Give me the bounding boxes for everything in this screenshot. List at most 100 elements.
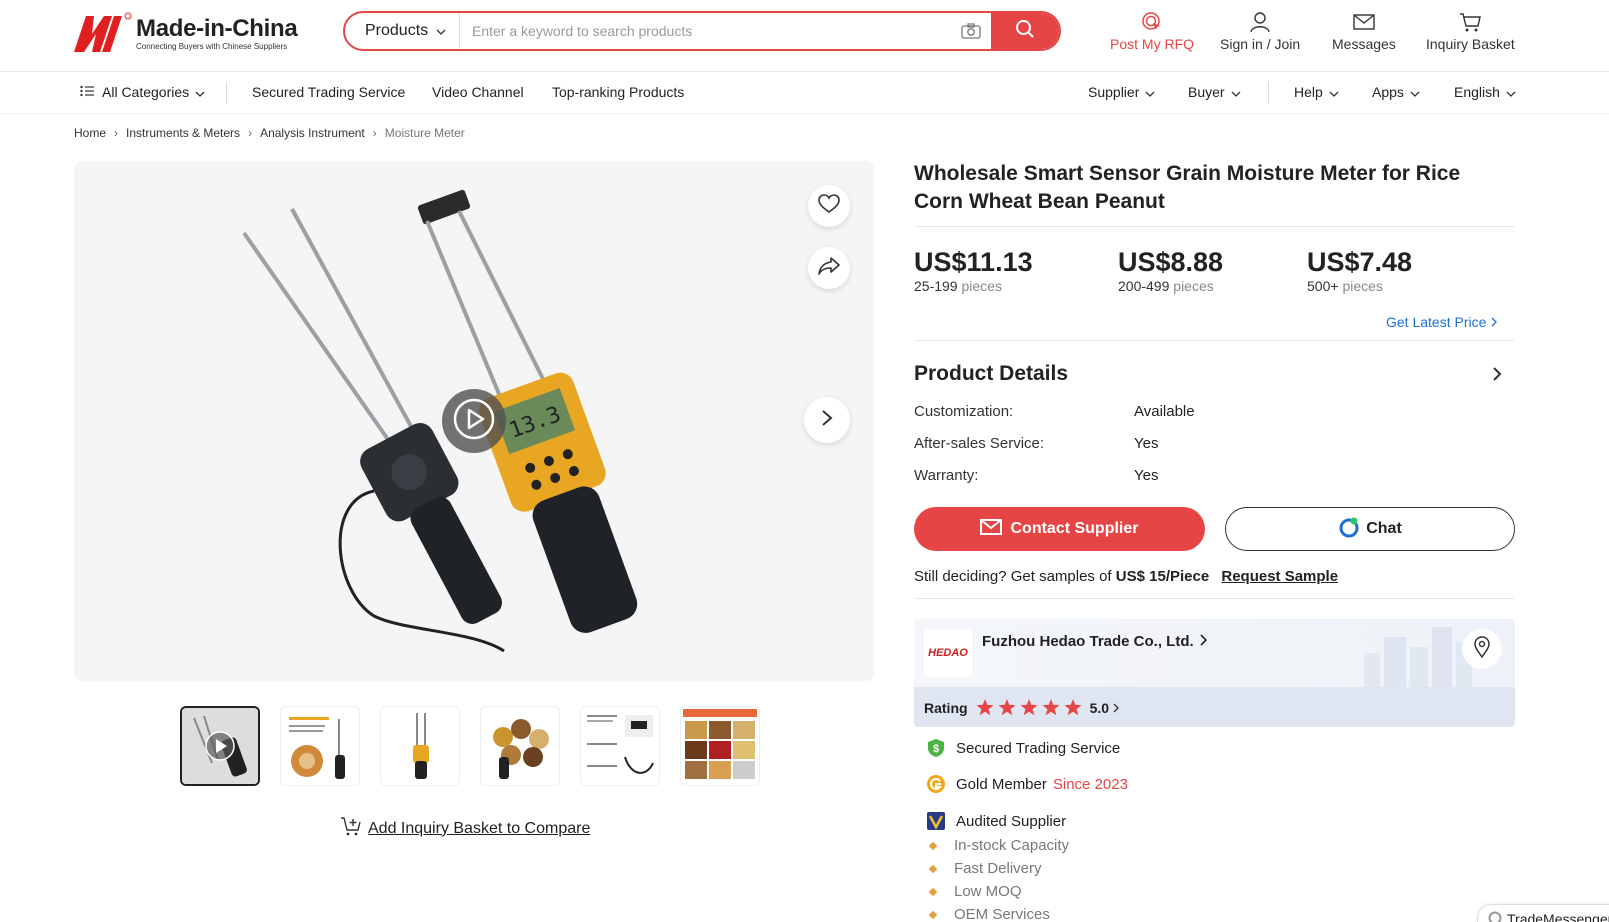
messages-link[interactable]: Messages xyxy=(1332,10,1396,54)
star-icon xyxy=(998,699,1016,716)
badge-audited-supplier[interactable]: Audited Supplier xyxy=(926,811,1066,831)
supplier-feature: Fast Delivery xyxy=(926,860,1042,877)
nav-secured-trading[interactable]: Secured Trading Service xyxy=(252,84,405,100)
detail-label: Warranty: xyxy=(914,467,979,484)
breadcrumb-analysis[interactable]: Analysis Instrument xyxy=(260,126,365,140)
contact-supplier-button[interactable]: Contact Supplier xyxy=(914,507,1205,551)
nav-apps-menu[interactable]: Apps xyxy=(1372,84,1420,100)
thumbnail-5[interactable] xyxy=(580,706,660,786)
envelope-icon xyxy=(1353,10,1375,34)
sample-price: US$ 15/Piece xyxy=(1115,568,1210,585)
chat-button[interactable]: Chat xyxy=(1225,507,1515,551)
badge-secured-trading[interactable]: $ Secured Trading Service xyxy=(926,738,1120,758)
product-details-title[interactable]: Product Details xyxy=(914,362,1068,386)
nav-buyer-label: Buyer xyxy=(1188,84,1225,100)
all-categories-label: All Categories xyxy=(102,84,190,100)
navbar-divider xyxy=(1268,82,1269,104)
messages-label: Messages xyxy=(1332,36,1396,52)
price-tier-2: US$8.88 200-499 pieces xyxy=(1118,246,1223,294)
logo-tagline: Connecting Buyers with Chinese Suppliers xyxy=(136,42,288,51)
supplier-logo[interactable]: HEDAO xyxy=(924,629,972,677)
get-latest-price-link[interactable]: Get Latest Price xyxy=(1386,314,1498,330)
thumbnail-6[interactable] xyxy=(680,706,760,786)
supplier-logo-text: HEDAO xyxy=(928,647,968,659)
supplier-feature-label: In-stock Capacity xyxy=(954,837,1070,854)
inquiry-basket-label: Inquiry Basket xyxy=(1426,36,1515,52)
thumbnail-video[interactable] xyxy=(180,706,260,786)
price-range: 200-499 xyxy=(1118,278,1170,294)
cart-plus-icon xyxy=(340,816,362,841)
supplier-feature-label: Low MOQ xyxy=(954,883,1022,900)
chevron-right-icon xyxy=(1491,314,1498,330)
rating-stars xyxy=(976,699,1082,716)
supplier-feature: OEM Services xyxy=(926,906,1050,922)
detail-label: Customization: xyxy=(914,403,1014,420)
badge-audited-label: Audited Supplier xyxy=(956,812,1067,830)
chevron-down-icon xyxy=(1329,84,1339,100)
supplier-location-button[interactable] xyxy=(1462,629,1502,669)
product-details-expand[interactable] xyxy=(1492,366,1502,387)
thumbnail-2[interactable] xyxy=(280,706,360,786)
breadcrumb-home[interactable]: Home xyxy=(74,126,106,140)
heart-icon xyxy=(818,193,840,219)
rating-value: 5.0 xyxy=(1089,699,1110,716)
share-button[interactable] xyxy=(808,247,850,289)
divider xyxy=(914,226,1514,227)
star-icon xyxy=(1064,699,1082,716)
add-to-compare-link[interactable]: Add Inquiry Basket to Compare xyxy=(340,816,590,841)
diamond-bullet-icon xyxy=(928,910,938,919)
post-rfq-link[interactable]: Post My RFQ xyxy=(1110,10,1194,54)
supplier-name-link[interactable]: Fuzhou Hedao Trade Co., Ltd. xyxy=(982,633,1207,650)
cart-icon xyxy=(1459,10,1482,34)
thumbnail-image xyxy=(581,707,659,785)
search-input[interactable] xyxy=(460,13,951,49)
star-icon xyxy=(976,699,994,716)
category-navbar: All Categories Secured Trading Service V… xyxy=(0,72,1609,114)
thumbnail-3[interactable] xyxy=(380,706,460,786)
thumbnail-image xyxy=(182,708,258,784)
video-play-button[interactable] xyxy=(442,389,506,453)
breadcrumb: Home › Instruments & Meters › Analysis I… xyxy=(74,126,465,140)
supplier-feature-label: Fast Delivery xyxy=(954,860,1042,877)
chevron-down-icon xyxy=(436,22,446,40)
nav-supplier-menu[interactable]: Supplier xyxy=(1088,84,1155,100)
price-range: 500+ xyxy=(1307,278,1339,294)
all-categories-menu[interactable]: All Categories xyxy=(80,84,205,100)
star-icon xyxy=(1042,699,1060,716)
search-category-select[interactable]: Products xyxy=(345,13,460,49)
location-pin-icon xyxy=(1473,635,1491,663)
nav-video-channel[interactable]: Video Channel xyxy=(432,84,524,100)
badge-gold-member[interactable]: Gold Member Since 2023 xyxy=(926,774,1128,794)
trade-messenger-widget[interactable]: TradeMessenger xyxy=(1477,904,1609,922)
badge-secured-label: Secured Trading Service xyxy=(956,739,1121,757)
breadcrumb-instruments[interactable]: Instruments & Meters xyxy=(126,126,240,140)
search-category-label: Products xyxy=(365,22,429,39)
thumbnail-image xyxy=(381,707,459,785)
trade-messenger-label: TradeMessenger xyxy=(1507,911,1609,922)
supplier-name: Fuzhou Hedao Trade Co., Ltd. xyxy=(982,633,1194,650)
nav-help-menu[interactable]: Help xyxy=(1294,84,1339,100)
site-logo[interactable]: Made-in-China Connecting Buyers with Chi… xyxy=(74,12,304,56)
nav-buyer-menu[interactable]: Buyer xyxy=(1188,84,1241,100)
nav-language-menu[interactable]: English xyxy=(1454,84,1516,100)
supplier-rating[interactable]: Rating 5.0 xyxy=(924,699,1119,716)
breadcrumb-current[interactable]: Moisture Meter xyxy=(385,126,465,140)
request-sample-link[interactable]: Request Sample xyxy=(1221,568,1338,585)
search-button[interactable] xyxy=(991,13,1059,49)
camera-icon[interactable] xyxy=(951,23,991,39)
product-main-image[interactable]: 13.3 xyxy=(74,161,874,681)
inquiry-basket-link[interactable]: Inquiry Basket xyxy=(1426,10,1515,54)
nav-top-ranking[interactable]: Top-ranking Products xyxy=(552,84,684,100)
price-unit: pieces xyxy=(1342,278,1383,294)
next-image-button[interactable] xyxy=(804,397,850,443)
thumbnail-4[interactable] xyxy=(480,706,560,786)
supplier-feature: Low MOQ xyxy=(926,883,1022,900)
diamond-bullet-icon xyxy=(928,887,938,896)
thumbnail-image xyxy=(681,707,759,785)
navbar-divider xyxy=(226,82,227,104)
favorite-button[interactable] xyxy=(808,185,850,227)
sign-in-link[interactable]: Sign in / Join xyxy=(1220,10,1300,54)
svg-text:$: $ xyxy=(933,743,939,755)
price-amount: US$8.88 xyxy=(1118,247,1224,277)
search-bar: Products xyxy=(343,11,1061,51)
